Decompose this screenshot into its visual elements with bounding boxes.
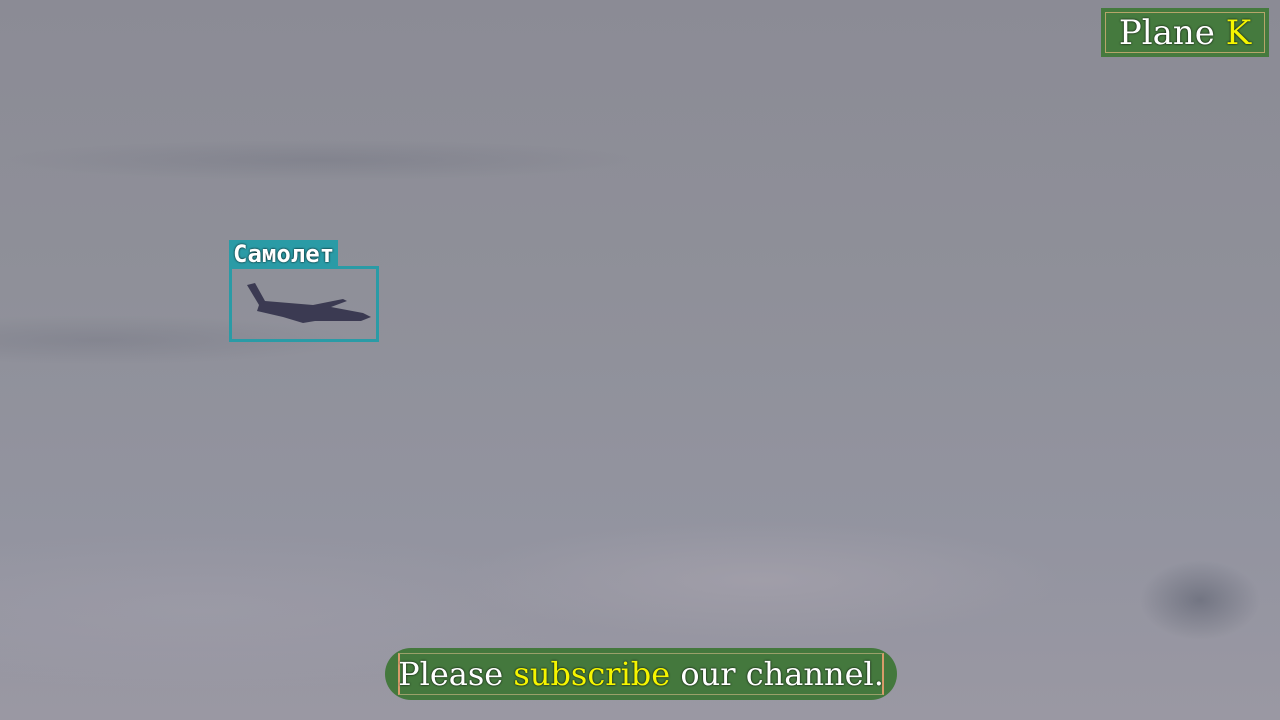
- banner-highlight: subscribe: [513, 655, 671, 693]
- banner-text-after: our channel.: [670, 655, 884, 693]
- banner-text-before: Please: [398, 655, 514, 693]
- logo-word: Plane: [1118, 12, 1215, 53]
- detection-box: [229, 266, 379, 342]
- logo-letter: K: [1225, 12, 1252, 53]
- channel-logo: Plane K: [1101, 8, 1269, 57]
- subscribe-banner: Please subscribe our channel.: [385, 648, 897, 700]
- detection-label: Самолет: [229, 240, 339, 268]
